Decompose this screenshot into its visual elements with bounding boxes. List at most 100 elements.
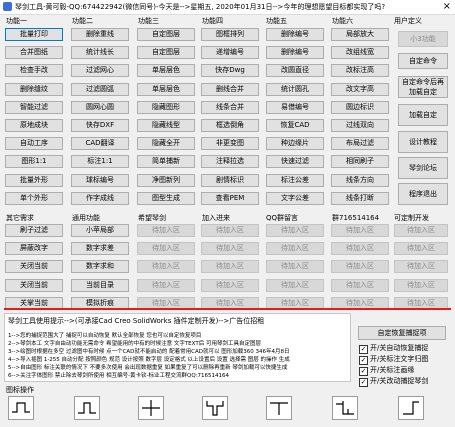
func-button-col3-6[interactable]: 隐藏全开	[137, 137, 195, 151]
placeholder-button[interactable]: 待加入区	[394, 242, 448, 256]
func-button-col5-1[interactable]: 删除编号	[266, 46, 324, 60]
shape-bracket-button[interactable]	[8, 396, 34, 420]
func-button-col5-4[interactable]: 易借编号	[266, 100, 324, 114]
func-button-col2-7[interactable]: 标注1:1	[71, 155, 129, 169]
func-button-col2-6[interactable]: CAD翻译	[71, 137, 129, 151]
checkbox-icon[interactable]: ✓	[359, 367, 368, 376]
placeholder-button[interactable]: 待加入区	[331, 224, 389, 237]
func-button-col1-9[interactable]: 单个外形	[5, 191, 63, 205]
func-button-col6-4[interactable]: 圆边标识	[331, 100, 389, 114]
common-button-0[interactable]: 小苹局部	[71, 224, 129, 237]
user-func-button[interactable]: 小3功能	[398, 31, 448, 47]
other-button-3[interactable]: 关闭当前	[5, 278, 63, 292]
func-button-col4-3[interactable]: 删线合并	[201, 82, 259, 96]
func-button-col4-5[interactable]: 框选倒角	[201, 119, 259, 132]
placeholder-button[interactable]: 待加入区	[137, 224, 195, 237]
checkbox-icon[interactable]: ✓	[359, 378, 368, 387]
func-button-col1-7[interactable]: 图形1:1	[5, 155, 63, 169]
func-button-col6-0[interactable]: 局部放大	[331, 28, 389, 41]
func-button-col6-6[interactable]: 布局过滤	[331, 137, 389, 151]
func-button-col6-2[interactable]: 改标注高	[331, 64, 389, 78]
func-button-col4-0[interactable]: 图框排列	[201, 28, 259, 41]
func-button-col1-6[interactable]: 自动工序	[5, 137, 63, 151]
auto-restore-checkbox[interactable]: ✓ 开/关自动恢复捕捉	[359, 343, 428, 354]
placeholder-button[interactable]: 待加入区	[394, 278, 448, 292]
placeholder-button[interactable]: 待加入区	[137, 242, 195, 256]
placeholder-button[interactable]: 待加入区	[266, 260, 324, 274]
dim-edge-checkbox[interactable]: ✓ 开/关标注画缘	[359, 365, 414, 376]
func-button-col2-5[interactable]: 快存DXF	[71, 119, 129, 132]
func-button-col5-0[interactable]: 删除编号	[266, 28, 324, 41]
dim-text-checkbox[interactable]: ✓ 开/关标注文字归图	[359, 354, 428, 365]
shape-notch-button[interactable]	[202, 396, 228, 420]
func-button-col1-8[interactable]: 批量外形	[5, 173, 63, 187]
func-button-col3-2[interactable]: 单层层色	[137, 64, 195, 78]
custom-command-button[interactable]: 自定命令	[398, 53, 448, 69]
placeholder-button[interactable]: 待加入区	[201, 242, 259, 256]
func-button-col4-1[interactable]: 递增编号	[201, 46, 259, 60]
load-custom-button[interactable]: 加载自定	[398, 104, 448, 126]
placeholder-button[interactable]: 待加入区	[266, 278, 324, 292]
placeholder-button[interactable]: 待加入区	[331, 278, 389, 292]
func-button-col6-5[interactable]: 过线双向	[331, 119, 389, 132]
checkbox-icon[interactable]: ✓	[359, 345, 368, 354]
func-button-col2-9[interactable]: 作字成线	[71, 191, 129, 205]
placeholder-button[interactable]: 待加入区	[201, 224, 259, 237]
shape-tee-button[interactable]	[266, 396, 292, 420]
func-button-col2-1[interactable]: 统计线长	[71, 46, 129, 60]
func-button-col1-5[interactable]: 原地成块	[5, 119, 63, 132]
exit-button[interactable]: 程序退出	[398, 183, 448, 205]
func-button-col2-0[interactable]: 删除重线	[71, 28, 129, 41]
common-button-2[interactable]: 数字求和	[71, 260, 129, 274]
func-button-col2-2[interactable]: 过滤网心	[71, 64, 129, 78]
func-button-col3-1[interactable]: 自定图层	[137, 46, 195, 60]
other-button-1[interactable]: 屏蔽改字	[5, 242, 63, 256]
func-button-col6-1[interactable]: 改组线宽	[331, 46, 389, 60]
close-icon[interactable]: ×	[443, 0, 451, 14]
func-button-col1-4[interactable]: 智能过滤	[5, 100, 63, 114]
func-button-col3-4[interactable]: 隐藏图形	[137, 100, 195, 114]
placeholder-button[interactable]: 待加入区	[331, 242, 389, 256]
forum-button[interactable]: 琴剑论坛	[398, 157, 448, 179]
checkbox-icon[interactable]: ✓	[359, 356, 368, 365]
restore-snap-button[interactable]: 自定恢复捕捉项	[358, 326, 446, 340]
shape-step-button[interactable]	[74, 396, 100, 420]
placeholder-button[interactable]: 待加入区	[266, 242, 324, 256]
func-button-col3-9[interactable]: 图型生成	[137, 191, 195, 205]
common-button-3[interactable]: 当前目录	[71, 278, 129, 292]
func-button-col4-4[interactable]: 线条合并	[201, 100, 259, 114]
func-button-col5-9[interactable]: 文字公差	[266, 191, 324, 205]
func-button-col1-1[interactable]: 合并图纸	[5, 46, 63, 60]
func-button-col5-2[interactable]: 改圆直径	[266, 64, 324, 78]
func-button-col4-9[interactable]: 查看PEM	[201, 191, 259, 205]
placeholder-button[interactable]: 待加入区	[266, 224, 324, 237]
func-button-col2-8[interactable]: 球标编号	[71, 173, 129, 187]
func-button-col3-5[interactable]: 隐藏线型	[137, 119, 195, 132]
other-button-0[interactable]: 刷子过滤	[5, 224, 63, 237]
func-button-col5-8[interactable]: 标注公差	[266, 173, 324, 187]
func-button-col5-5[interactable]: 恢复CAD	[266, 119, 324, 132]
func-button-col2-3[interactable]: 过滤圆弧	[71, 82, 129, 96]
placeholder-button[interactable]: 待加入区	[137, 278, 195, 292]
func-button-col3-7[interactable]: 简单捕新	[137, 155, 195, 169]
func-button-col4-8[interactable]: 剧情标识	[201, 173, 259, 187]
placeholder-button[interactable]: 待加入区	[201, 260, 259, 274]
func-button-col1-0[interactable]: 批量打印	[5, 28, 63, 41]
tutorial-button[interactable]: 设计教程	[398, 131, 448, 153]
shape-hook-button[interactable]	[332, 396, 358, 420]
placeholder-button[interactable]: 待加入区	[201, 278, 259, 292]
func-button-col6-3[interactable]: 改文字高	[331, 82, 389, 96]
func-button-col4-7[interactable]: 注释拉选	[201, 155, 259, 169]
func-button-col6-8[interactable]: 线条方向	[331, 173, 389, 187]
func-button-col4-2[interactable]: 快存Dwg	[201, 64, 259, 78]
func-button-col5-7[interactable]: 快速过滤	[266, 155, 324, 169]
common-button-1[interactable]: 数字求差	[71, 242, 129, 256]
func-button-col1-2[interactable]: 检查手改	[5, 64, 63, 78]
func-button-col3-3[interactable]: 单层层色	[137, 82, 195, 96]
func-button-col6-9[interactable]: 线条打断	[331, 191, 389, 205]
func-button-col1-3[interactable]: 删除缝纹	[5, 82, 63, 96]
placeholder-button[interactable]: 待加入区	[137, 260, 195, 274]
func-button-col3-8[interactable]: 净图新列	[137, 173, 195, 187]
func-button-col3-0[interactable]: 自定图层	[137, 28, 195, 41]
func-button-col5-3[interactable]: 统计圆孔	[266, 82, 324, 96]
